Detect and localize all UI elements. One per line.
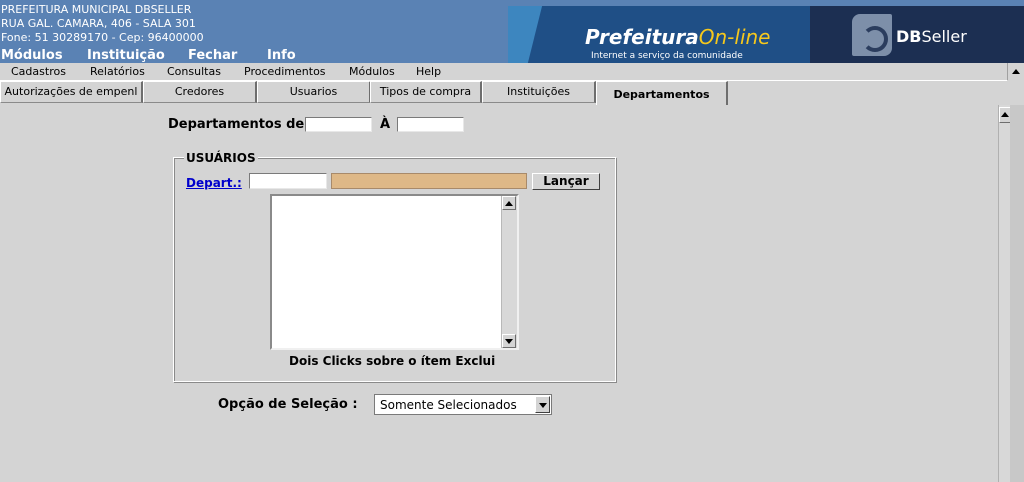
depart-code-input[interactable] xyxy=(249,173,327,189)
selection-option-select[interactable]: Somente Selecionados xyxy=(374,394,552,415)
logo-text-db: DB xyxy=(896,27,922,46)
menu-modulos[interactable]: Módulos xyxy=(349,65,395,78)
org-address: RUA GAL. CAMARA, 406 - SALA 301 xyxy=(1,17,196,30)
arrow-down-icon xyxy=(505,339,513,344)
menu-procedimentos[interactable]: Procedimentos xyxy=(244,65,326,78)
logo-tagline: Internet a serviço da comunidade xyxy=(591,51,743,61)
list-scroll-up-button[interactable] xyxy=(502,196,516,210)
selected-departments-list[interactable] xyxy=(270,194,519,350)
logo-text-prefeitura: Prefeitura xyxy=(585,25,699,49)
dbseller-logo-text: DBSeller xyxy=(896,27,967,46)
menu-bar: Cadastros Relatórios Consultas Procedime… xyxy=(0,63,1007,81)
menu-relatorios[interactable]: Relatórios xyxy=(90,65,145,78)
range-from-input[interactable] xyxy=(305,117,372,132)
app-header: PREFEITURA MUNICIPAL DBSELLER RUA GAL. C… xyxy=(0,0,1024,63)
logo-text-online: On-line xyxy=(698,25,771,49)
option-label: Opção de Seleção : xyxy=(218,397,358,412)
banner: PrefeituraOn-line Internet a serviço da … xyxy=(508,6,1024,63)
range-to-label: À xyxy=(380,117,391,132)
logo-text-seller: Seller xyxy=(921,27,967,46)
tab-instituicoes[interactable]: Instituições xyxy=(482,81,596,103)
org-name: PREFEITURA MUNICIPAL DBSELLER xyxy=(1,3,192,16)
org-contact: Fone: 51 30289170 - Cep: 96400000 xyxy=(1,31,204,44)
lancar-button[interactable]: Lançar xyxy=(532,173,600,190)
list-hint: Dois Clicks sobre o ítem Exclui xyxy=(289,354,496,368)
top-menu-instituicao[interactable]: Instituição xyxy=(87,48,165,63)
fieldset-legend: USUÁRIOS xyxy=(184,151,258,165)
dbseller-logo-icon xyxy=(852,14,892,56)
range-label: Departamentos de xyxy=(168,117,305,132)
tab-credores[interactable]: Credores xyxy=(143,81,257,103)
top-menu-info[interactable]: Info xyxy=(267,48,296,63)
page-scroll-thumb[interactable] xyxy=(1010,105,1024,482)
range-to-input[interactable] xyxy=(397,117,464,132)
menu-consultas[interactable]: Consultas xyxy=(167,65,221,78)
arrow-up-icon xyxy=(1012,69,1020,74)
menu-cadastros[interactable]: Cadastros xyxy=(11,65,66,78)
tab-usuarios[interactable]: Usuarios xyxy=(257,81,371,103)
page-scroll-up-button[interactable] xyxy=(1007,63,1024,80)
tab-departamentos[interactable]: Departamentos xyxy=(596,81,728,105)
chevron-down-icon xyxy=(539,403,547,408)
arrow-up-icon xyxy=(1001,112,1009,117)
tab-bar: Autorizações de empenl Credores Usuarios… xyxy=(0,81,1024,105)
depart-lookup-link[interactable]: Depart.: xyxy=(186,176,242,190)
form-content: Departamentos de À USUÁRIOS Depart.: Lan… xyxy=(0,105,1024,482)
list-scrollbar[interactable] xyxy=(501,196,517,348)
tab-autorizacoes[interactable]: Autorizações de empenl xyxy=(0,81,143,103)
tab-tipos-de-compra[interactable]: Tipos de compra xyxy=(370,81,482,103)
menu-help[interactable]: Help xyxy=(416,65,441,78)
top-menu-modulos[interactable]: Módulos xyxy=(1,48,63,63)
arrow-up-icon xyxy=(505,201,513,206)
selection-option-value: Somente Selecionados xyxy=(380,398,517,412)
dropdown-button[interactable] xyxy=(535,396,550,413)
prefeitura-online-logo: PrefeituraOn-line xyxy=(585,25,770,49)
depart-description-field xyxy=(331,173,527,189)
top-menu-fechar[interactable]: Fechar xyxy=(188,48,237,63)
list-scroll-down-button[interactable] xyxy=(502,334,516,348)
